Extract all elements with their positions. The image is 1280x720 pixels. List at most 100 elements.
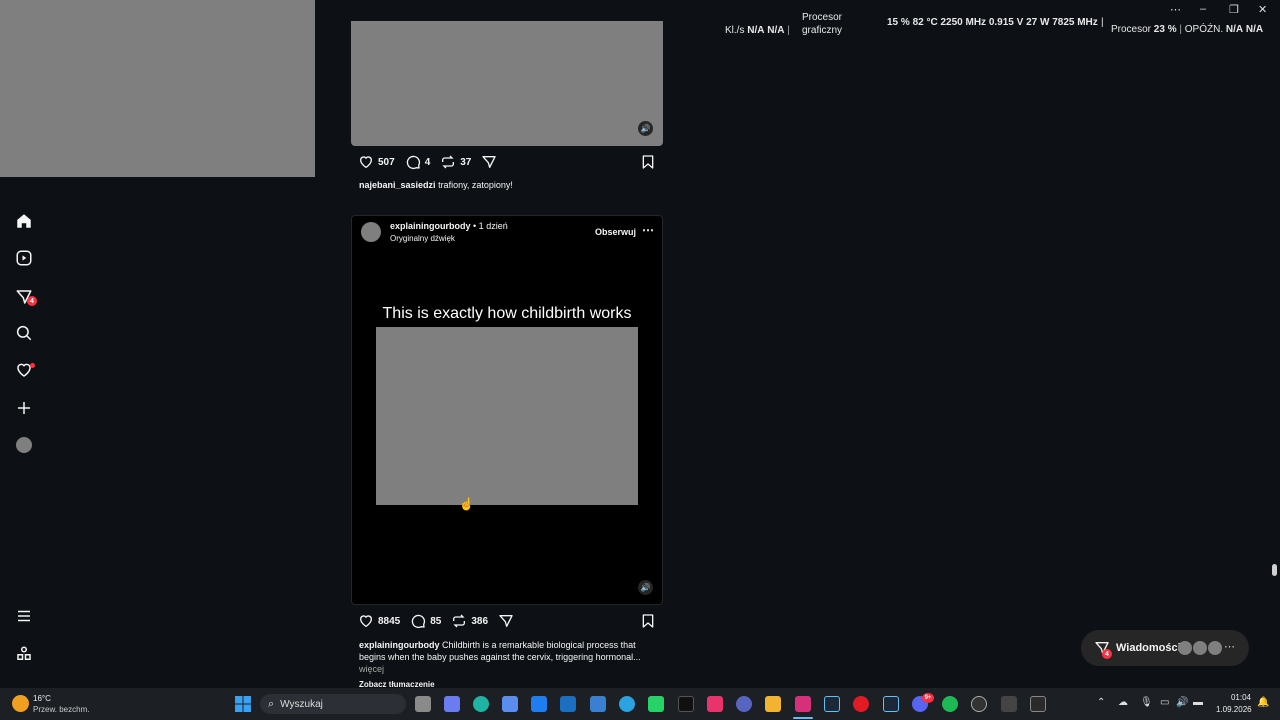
window-menu-button[interactable]: ⋯ (1170, 3, 1181, 16)
notification-bell-icon[interactable]: 🔔 (1257, 697, 1269, 708)
repost-icon[interactable] (451, 613, 467, 629)
cpu-value: 23 % (1153, 24, 1177, 35)
restore-button[interactable]: ❐ (1229, 3, 1239, 16)
scrollbar-thumb[interactable] (1272, 564, 1277, 576)
tiktok-icon[interactable] (678, 696, 694, 712)
weather-temp[interactable]: 16°C (33, 694, 51, 703)
share-icon[interactable] (481, 154, 497, 170)
caption-username[interactable]: explainingourbody (359, 640, 440, 650)
also-from-meta-icon[interactable] (14, 644, 34, 664)
tiktok-studio-icon[interactable] (707, 696, 723, 712)
tray-icon[interactable]: ☁ (1118, 697, 1128, 708)
mute-icon[interactable]: 🔊 (638, 121, 653, 136)
display-icon[interactable]: ▭ (1160, 697, 1169, 708)
post-author-avatar[interactable] (361, 222, 381, 242)
instagram-icon[interactable] (795, 696, 811, 712)
create-icon[interactable] (14, 398, 34, 418)
cursor-hand-icon: ☝ (459, 497, 474, 511)
fps-value-2: N/A (767, 25, 785, 36)
share-icon[interactable] (498, 613, 514, 629)
chevron-up-icon[interactable]: ⌃ (1097, 697, 1105, 708)
fps-value: N/A (747, 25, 765, 36)
copilot-icon[interactable] (444, 696, 460, 712)
opera-icon[interactable] (853, 696, 869, 712)
post-actions: 507 4 37 (358, 153, 497, 171)
steam-icon[interactable] (883, 696, 899, 712)
app-icon[interactable] (560, 696, 576, 712)
post-time: • 1 dzień (473, 221, 508, 231)
steam-icon[interactable] (824, 696, 840, 712)
clock-time[interactable]: 01:04 (1216, 693, 1251, 702)
comment-icon[interactable] (410, 613, 426, 629)
menu-icon[interactable] (14, 606, 34, 626)
more-options-icon[interactable]: ⋯ (642, 223, 654, 237)
cpu-label: Procesor (1111, 24, 1152, 35)
post-caption: explainingourbody Childbirth is a remark… (359, 639, 659, 675)
post-audio[interactable]: Oryginalny dźwięk (390, 234, 455, 243)
clock-date[interactable]: 1.09.2026 (1216, 705, 1252, 714)
webcam-overlay (0, 0, 315, 177)
more-link[interactable]: więcej (359, 664, 384, 674)
store-icon[interactable] (502, 696, 518, 712)
post-video[interactable] (351, 21, 663, 146)
start-icon[interactable] (235, 696, 251, 712)
save-icon[interactable] (640, 613, 656, 629)
video-overlay-text: This is exactly how childbirth works (382, 305, 632, 322)
post-header: explainingourbody • 1 dzień (390, 221, 508, 231)
taskbar-search[interactable]: ⌕ Wyszukaj (260, 694, 406, 714)
comment-count: 85 (430, 615, 442, 627)
gpu-stats: 15 % 82 °C 2250 MHz 0.915 V 27 W 7825 MH… (887, 17, 1098, 28)
battery-icon[interactable]: ▬ (1193, 697, 1203, 708)
follow-button[interactable]: Obserwuj (595, 227, 636, 237)
app-icon[interactable] (736, 696, 752, 712)
spotify-icon[interactable] (942, 696, 958, 712)
close-button[interactable]: ✕ (1258, 3, 1267, 16)
repost-count: 386 (471, 615, 489, 627)
mute-icon[interactable]: 🔊 (638, 580, 653, 595)
caption-text: trafiony, zatopiony! (438, 180, 513, 190)
reels-icon[interactable] (14, 248, 34, 268)
messages-widget[interactable]: 4 Wiadomości ⋯ (1081, 630, 1249, 666)
gpu-label-line1: Procesor (802, 12, 843, 23)
like-icon[interactable] (358, 613, 374, 629)
mail-icon[interactable] (590, 696, 606, 712)
weather-desc[interactable]: Przew. bezchm. (33, 705, 89, 714)
search-placeholder: Wyszukaj (280, 698, 323, 710)
dropbox-icon[interactable] (531, 696, 547, 712)
search-icon[interactable] (14, 323, 34, 343)
post-video[interactable] (376, 327, 638, 505)
file-explorer-icon[interactable] (765, 696, 781, 712)
repost-icon[interactable] (440, 154, 456, 170)
like-icon[interactable] (358, 154, 374, 170)
minimize-button[interactable]: – (1200, 3, 1206, 15)
whatsapp-icon[interactable] (648, 696, 664, 712)
fps-label: Kl./s (725, 25, 745, 36)
performance-overlay: Kl./s N/A N/A | Procesor graficzny 15 % … (315, 0, 1280, 36)
epic-games-icon[interactable] (1030, 696, 1046, 712)
discord-badge: 9+ (922, 693, 934, 703)
avatar (1193, 641, 1207, 655)
post-caption: najebani_sasiedzi trafiony, zatopiony! (359, 179, 513, 191)
like-count: 8845 (378, 615, 401, 627)
caption-username[interactable]: najebani_sasiedzi (359, 180, 436, 190)
save-icon[interactable] (640, 154, 656, 170)
app-icon[interactable] (1001, 696, 1017, 712)
edge-icon[interactable] (473, 696, 489, 712)
active-app-indicator (793, 717, 813, 719)
microphone-icon[interactable]: 🎙 (1140, 697, 1153, 708)
home-icon[interactable] (14, 211, 34, 231)
task-view-icon[interactable] (415, 696, 431, 712)
fps-readout: Kl./s N/A N/A | (725, 25, 790, 36)
separator: | (1101, 17, 1104, 28)
post-actions: 8845 85 386 (358, 612, 514, 630)
comment-icon[interactable] (405, 154, 421, 170)
caption-text-line2: begins when the baby pushes against the … (359, 652, 641, 662)
telegram-icon[interactable] (619, 696, 635, 712)
volume-icon[interactable]: 🔊 (1176, 697, 1188, 708)
gpu-label: Procesor graficzny (802, 11, 842, 37)
post-username[interactable]: explainingourbody (390, 221, 471, 231)
comment-count: 4 (424, 156, 431, 168)
chatgpt-icon[interactable] (971, 696, 987, 712)
caption-text-line1: Childbirth is a remarkable biological pr… (442, 640, 636, 650)
profile-avatar[interactable] (16, 437, 32, 453)
